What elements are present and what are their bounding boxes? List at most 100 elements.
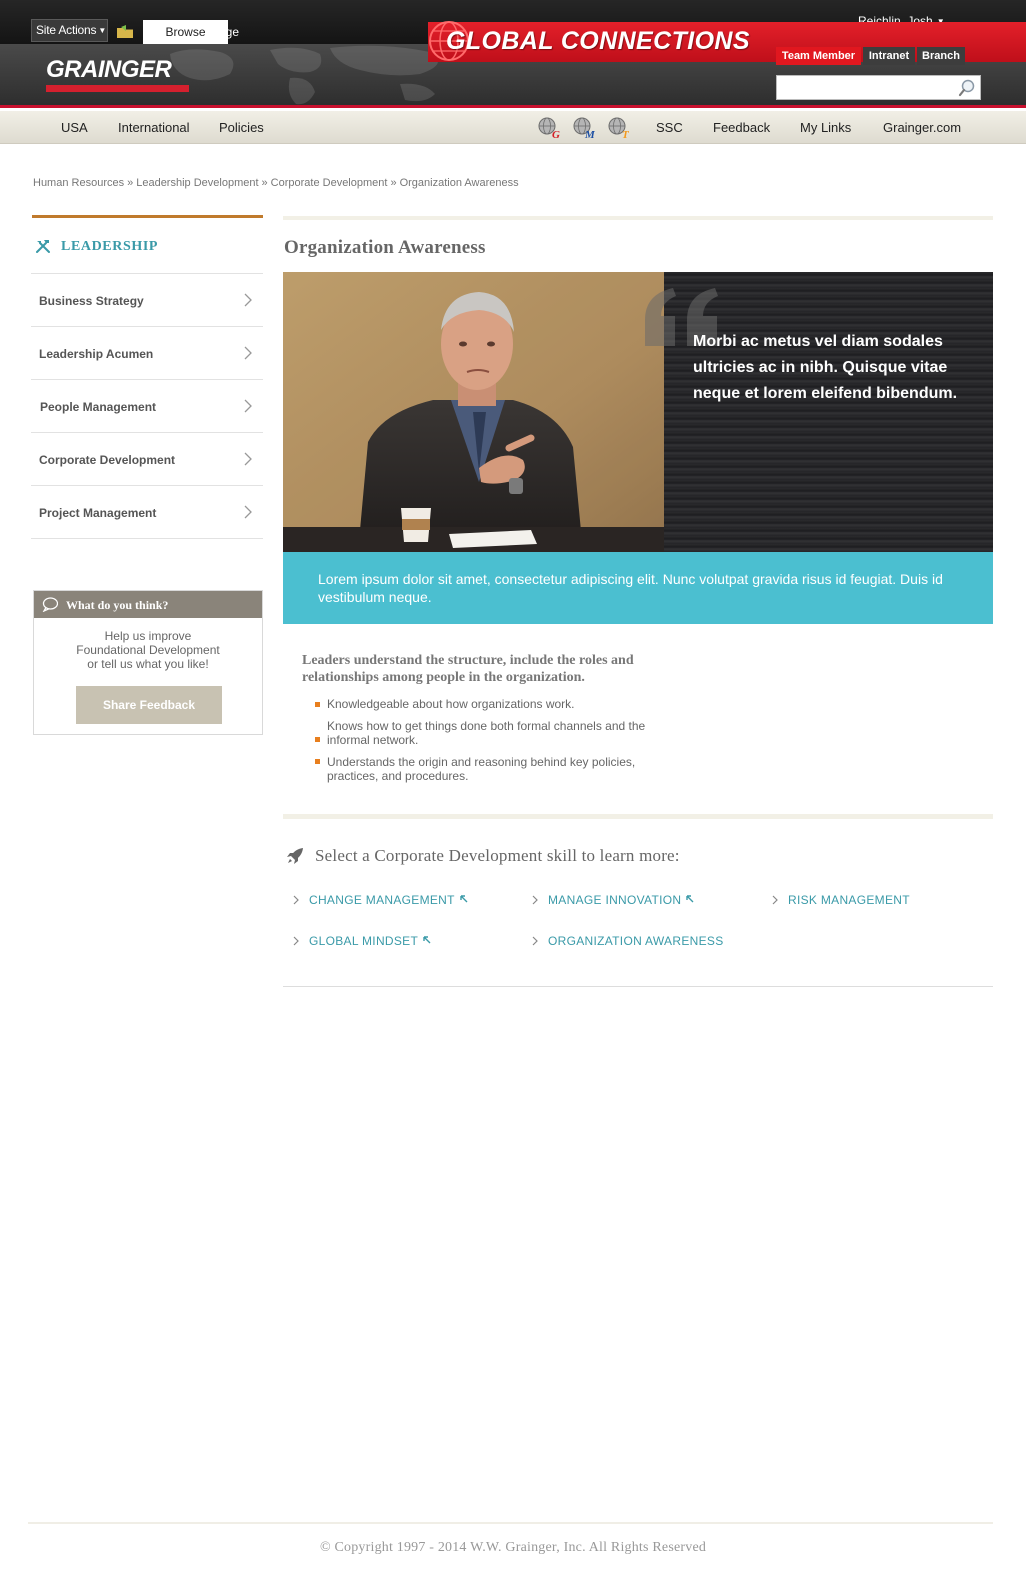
skill-link-risk-management[interactable]: RISK MANAGEMENT xyxy=(771,893,910,907)
intro-band: Lorem ipsum dolor sit amet, consectetur … xyxy=(283,552,993,624)
nav-international[interactable]: International xyxy=(118,120,190,135)
presenter-photo xyxy=(283,272,664,552)
global-nav-bar: USA International Policies G M T SSC Fee… xyxy=(0,111,1026,144)
skill-link-label: CHANGE MANAGEMENT xyxy=(309,893,455,907)
feedback-line: Help us improve xyxy=(104,629,192,643)
feedback-widget: What do you think? Help us improve Found… xyxy=(33,590,263,735)
sidebar-item-people-management[interactable]: People Management xyxy=(31,380,263,433)
feedback-widget-text: Help us improve Foundational Development… xyxy=(34,629,262,671)
hero-quote-text: Morbi ac metus vel diam sodales ultricie… xyxy=(693,333,958,402)
breadcrumb-separator: » xyxy=(261,177,268,189)
rocket-icon xyxy=(287,848,303,864)
sidebar-item-project-management[interactable]: Project Management xyxy=(31,486,263,539)
sidebar-heading-label: LEADERSHIP xyxy=(61,239,159,254)
breadcrumb-link[interactable]: Corporate Development xyxy=(271,177,388,189)
skill-link-global-mindset[interactable]: GLOBAL MINDSET xyxy=(292,934,432,948)
breadcrumb-separator: » xyxy=(127,177,134,189)
chevron-right-icon xyxy=(244,399,252,413)
list-item: Knowledgeable about how organizations wo… xyxy=(315,697,675,711)
world-map-background xyxy=(170,45,438,105)
breadcrumb: Human Resources» Leadership Development» C… xyxy=(33,177,519,189)
sidebar-item-leadership-acumen[interactable]: Leadership Acumen xyxy=(31,327,263,380)
chevron-right-icon xyxy=(532,895,538,905)
sidebar-item-business-strategy[interactable]: Business Strategy xyxy=(31,274,263,327)
nav-usa[interactable]: USA xyxy=(61,120,88,135)
skill-link-label: MANAGE INNOVATION xyxy=(548,893,682,907)
main-top-rule xyxy=(283,216,993,220)
skill-link-organization-awareness[interactable]: ORGANIZATION AWARENESS xyxy=(531,934,724,948)
site-actions-menu[interactable]: Site Actions ▼ xyxy=(31,19,108,42)
lead-paragraph: Leaders understand the structure, includ… xyxy=(302,653,634,685)
page-title: Organization Awareness xyxy=(284,237,486,258)
intro-band-text: Lorem ipsum dolor sit amet, consectetur … xyxy=(318,571,943,605)
bullet-text: Knowledgeable about how organizations wo… xyxy=(327,697,575,711)
external-link-icon xyxy=(686,895,694,903)
list-item: Understands the origin and reasoning beh… xyxy=(315,755,675,783)
navigate-up-folder-icon[interactable] xyxy=(117,25,133,38)
logo-red-bar xyxy=(46,85,189,92)
search-input[interactable] xyxy=(776,75,981,100)
sidebar-item-label: Project Management xyxy=(39,506,157,520)
tab-page[interactable]: Page xyxy=(210,20,240,44)
feedback-line: Foundational Development xyxy=(76,643,220,657)
bullet-square-icon xyxy=(315,702,320,707)
chevron-right-icon xyxy=(532,936,538,946)
skill-link-label: ORGANIZATION AWARENESS xyxy=(548,934,724,948)
sidebar-item-corporate-development[interactable]: Corporate Development xyxy=(31,433,263,486)
tab-branch[interactable]: Branch xyxy=(917,47,965,65)
nav-grainger-com[interactable]: Grainger.com xyxy=(883,120,961,135)
feedback-widget-header: What do you think? xyxy=(34,591,262,618)
tools-icon xyxy=(36,240,50,253)
sidebar-item-label: Corporate Development xyxy=(39,453,176,467)
grainger-logo[interactable]: GRAINGER xyxy=(46,56,189,92)
section-rule xyxy=(283,814,993,819)
sidebar-item-label: People Management xyxy=(40,400,157,414)
skill-link-change-management[interactable]: CHANGE MANAGEMENT xyxy=(292,893,469,907)
sidebar-top-rule xyxy=(32,215,263,218)
share-feedback-button[interactable]: Share Feedback xyxy=(76,686,222,724)
chevron-right-icon xyxy=(244,505,252,519)
competency-bullets: Knowledgeable about how organizations wo… xyxy=(315,697,675,791)
breadcrumb-separator: » xyxy=(390,177,397,189)
hero-banner: Morbi ac metus vel diam sodales ultricie… xyxy=(283,272,993,552)
chevron-right-icon xyxy=(244,293,252,307)
svg-text:T: T xyxy=(622,129,630,140)
skills-heading: Select a Corporate Development skill to … xyxy=(315,846,680,865)
bullet-text: Knows how to get things done both formal… xyxy=(327,719,646,747)
logo-text: GRAINGER xyxy=(46,56,172,83)
chevron-right-icon xyxy=(244,452,252,466)
chevron-right-icon xyxy=(772,895,778,905)
tab-team-member[interactable]: Team Member xyxy=(776,47,861,65)
chevron-right-icon xyxy=(244,346,252,360)
globe-m-icon[interactable]: M xyxy=(572,116,598,140)
breadcrumb-link[interactable]: Leadership Development xyxy=(136,177,258,189)
breadcrumb-current: Organization Awareness xyxy=(399,177,519,189)
search-icon[interactable] xyxy=(958,79,976,97)
external-link-icon xyxy=(460,895,468,903)
nav-feedback[interactable]: Feedback xyxy=(713,120,770,135)
breadcrumb-link[interactable]: Human Resources xyxy=(33,177,124,189)
content-bottom-rule xyxy=(283,986,993,987)
site-actions-label: Site Actions xyxy=(36,23,97,37)
bullet-text: Understands the origin and reasoning beh… xyxy=(327,755,636,783)
bullet-square-icon xyxy=(315,737,320,742)
svg-text:G: G xyxy=(552,129,560,140)
tab-intranet[interactable]: Intranet xyxy=(863,47,915,65)
nav-my-links[interactable]: My Links xyxy=(800,120,851,135)
sidebar-item-label: Business Strategy xyxy=(39,294,144,308)
skill-link-label: GLOBAL MINDSET xyxy=(309,934,419,948)
nav-ssc[interactable]: SSC xyxy=(656,120,683,135)
nav-policies[interactable]: Policies xyxy=(219,120,264,135)
globe-g-icon[interactable]: G xyxy=(537,116,563,140)
list-item: Knows how to get things done both formal… xyxy=(315,719,675,747)
copyright-text: © Copyright 1997 - 2014 W.W. Grainger, I… xyxy=(319,1540,707,1555)
globe-t-icon[interactable]: T xyxy=(607,116,633,140)
chevron-right-icon xyxy=(293,895,299,905)
sidebar-heading: LEADERSHIP xyxy=(32,233,263,273)
footer-rule xyxy=(28,1522,993,1524)
feedback-line: or tell us what you like! xyxy=(87,657,209,671)
feedback-widget-title: What do you think? xyxy=(66,598,169,612)
svg-text:M: M xyxy=(584,129,596,140)
skill-link-label: RISK MANAGEMENT xyxy=(788,893,910,907)
skill-link-manage-innovation[interactable]: MANAGE INNOVATION xyxy=(531,893,695,907)
